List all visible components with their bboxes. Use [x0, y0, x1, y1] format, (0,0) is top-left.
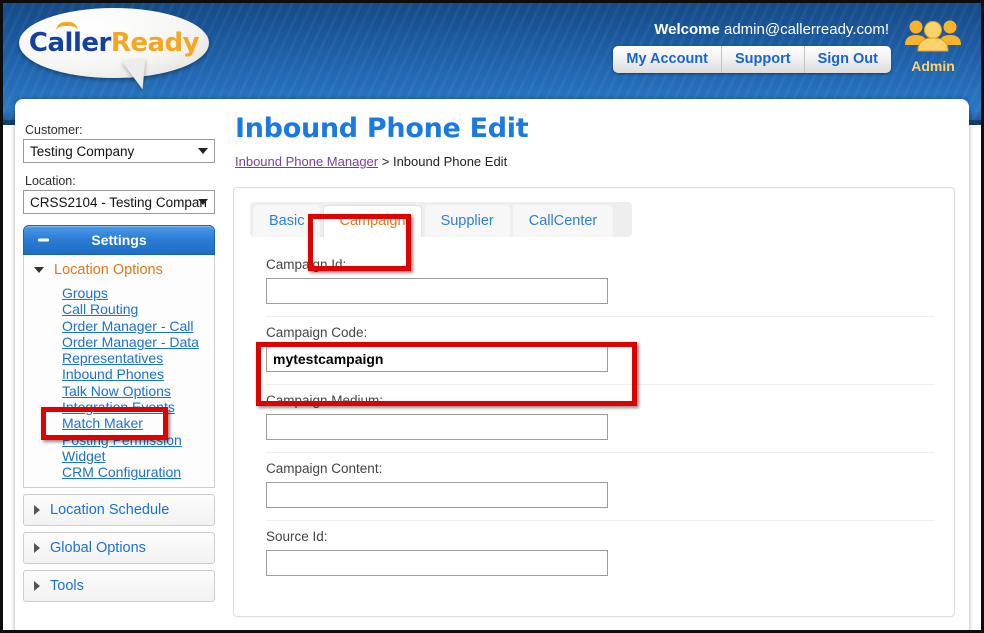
customer-select-value: Testing Company	[30, 143, 135, 159]
sidebar-item-integration-events[interactable]: Integration Events	[62, 399, 214, 415]
sidebar-item-match-maker[interactable]: Match Maker	[62, 415, 214, 431]
form-row-campaign-content: Campaign Content:	[266, 453, 934, 521]
sidebar-item-call-routing[interactable]: Call Routing	[62, 301, 214, 317]
chevron-down-icon	[198, 148, 208, 154]
sidebar-section-title: Location Options	[54, 262, 163, 278]
sidebar-link-list: Groups Call Routing Order Manager - Call…	[24, 285, 214, 487]
logo-bubble-tail	[121, 58, 149, 92]
content-panel: Customer: Testing Company Location: CRSS…	[15, 99, 969, 630]
welcome-prefix: Welcome	[654, 21, 720, 38]
campaign-content-input[interactable]	[266, 482, 608, 508]
phone-handset-icon	[56, 22, 78, 31]
sidebar-section-header-global-options[interactable]: Global Options	[24, 533, 214, 563]
customer-label: Customer:	[25, 123, 83, 137]
location-select[interactable]: CRSS2104 - Testing Compan	[23, 190, 215, 214]
sidebar-section-global-options[interactable]: Global Options	[23, 531, 215, 564]
sidebar: Customer: Testing Company Location: CRSS…	[23, 123, 229, 630]
minus-icon	[38, 238, 49, 242]
breadcrumb-link-inbound-phone-manager[interactable]: Inbound Phone Manager	[235, 154, 378, 169]
sidebar-section-title: Tools	[50, 577, 84, 594]
application-window: CallerReady Welcome admin@callerready.co…	[0, 0, 984, 633]
tab-supplier[interactable]: Supplier	[424, 205, 510, 237]
logo-text: CallerReady	[28, 28, 200, 58]
settings-toggle-button[interactable]: Settings	[23, 225, 215, 255]
settings-label: Settings	[91, 232, 147, 248]
source-id-input[interactable]	[266, 550, 608, 576]
location-select-value: CRSS2104 - Testing Compan	[30, 194, 207, 210]
sidebar-item-groups[interactable]: Groups	[62, 285, 214, 301]
campaign-form: Campaign Id: Campaign Code: Campaign Med…	[234, 237, 954, 588]
sidebar-section-header-tools[interactable]: Tools	[24, 571, 214, 601]
edit-card: Basic Campaign Supplier CallCenter Campa…	[233, 187, 955, 617]
header-nav: My Account Support Sign Out	[613, 46, 891, 73]
welcome-message: Welcome admin@callerready.com!	[654, 21, 889, 38]
users-group-icon	[897, 17, 969, 57]
chevron-down-icon	[198, 199, 208, 205]
tab-callcenter[interactable]: CallCenter	[512, 205, 614, 237]
admin-badge[interactable]: Admin	[897, 17, 969, 74]
sidebar-item-order-manager-call[interactable]: Order Manager - Call	[62, 318, 214, 334]
form-row-source-id: Source Id:	[266, 521, 934, 588]
sign-out-button[interactable]: Sign Out	[805, 46, 891, 73]
tab-basic[interactable]: Basic	[253, 205, 321, 237]
sidebar-item-crm-configuration[interactable]: CRM Configuration	[62, 464, 214, 480]
logo-text-part2: Ready	[110, 28, 200, 58]
form-row-campaign-id: Campaign Id:	[266, 249, 934, 317]
tab-bar: Basic Campaign Supplier CallCenter	[250, 202, 632, 237]
admin-label: Admin	[911, 58, 955, 74]
sidebar-section-header-location-options[interactable]: Location Options	[24, 255, 214, 285]
triangle-right-icon	[34, 580, 40, 591]
sidebar-section-title: Global Options	[50, 539, 146, 556]
campaign-medium-input[interactable]	[266, 414, 608, 440]
sidebar-section-tools[interactable]: Tools	[23, 569, 215, 602]
triangle-right-icon	[34, 504, 40, 515]
triangle-right-icon	[34, 542, 40, 553]
brand-logo[interactable]: CallerReady	[19, 8, 219, 100]
triangle-down-icon	[34, 267, 44, 273]
sidebar-section-title: Location Schedule	[50, 501, 170, 518]
sidebar-item-order-manager-data[interactable]: Order Manager - Data	[62, 334, 214, 350]
source-id-label: Source Id:	[266, 529, 328, 544]
main-content: Inbound Phone Edit Inbound Phone Manager…	[233, 113, 955, 630]
support-button[interactable]: Support	[722, 46, 805, 73]
sidebar-item-representatives[interactable]: Representatives	[62, 350, 214, 366]
campaign-code-label: Campaign Code:	[266, 325, 368, 340]
logo-speech-bubble-icon: CallerReady	[19, 8, 209, 78]
sidebar-section-header-location-schedule[interactable]: Location Schedule	[24, 495, 214, 525]
tab-campaign[interactable]: Campaign	[323, 205, 422, 237]
campaign-id-label: Campaign Id:	[266, 257, 347, 272]
sidebar-item-posting-permission[interactable]: Posting Permission	[62, 432, 214, 448]
sidebar-item-inbound-phones[interactable]: Inbound Phones	[62, 366, 214, 382]
sidebar-item-widget[interactable]: Widget	[62, 448, 214, 464]
sidebar-item-talk-now-options[interactable]: Talk Now Options	[62, 383, 214, 399]
welcome-username: admin@callerready.com!	[723, 21, 889, 38]
form-row-campaign-code: Campaign Code:	[266, 317, 934, 385]
campaign-id-input[interactable]	[266, 278, 608, 304]
form-row-campaign-medium: Campaign Medium:	[266, 385, 934, 453]
campaign-medium-label: Campaign Medium:	[266, 393, 384, 408]
my-account-button[interactable]: My Account	[613, 46, 722, 73]
breadcrumb: Inbound Phone Manager > Inbound Phone Ed…	[235, 154, 955, 169]
page-title: Inbound Phone Edit	[235, 113, 529, 144]
sidebar-section-location-options: Location Options Groups Call Routing Ord…	[23, 255, 215, 488]
customer-select[interactable]: Testing Company	[23, 139, 215, 163]
logo-text-part1: Caller	[28, 28, 111, 58]
campaign-code-input[interactable]	[266, 346, 608, 372]
breadcrumb-current: Inbound Phone Edit	[392, 154, 508, 169]
sidebar-section-location-schedule[interactable]: Location Schedule	[23, 493, 215, 526]
location-label: Location:	[25, 174, 76, 188]
breadcrumb-separator: >	[381, 154, 390, 169]
campaign-content-label: Campaign Content:	[266, 461, 383, 476]
